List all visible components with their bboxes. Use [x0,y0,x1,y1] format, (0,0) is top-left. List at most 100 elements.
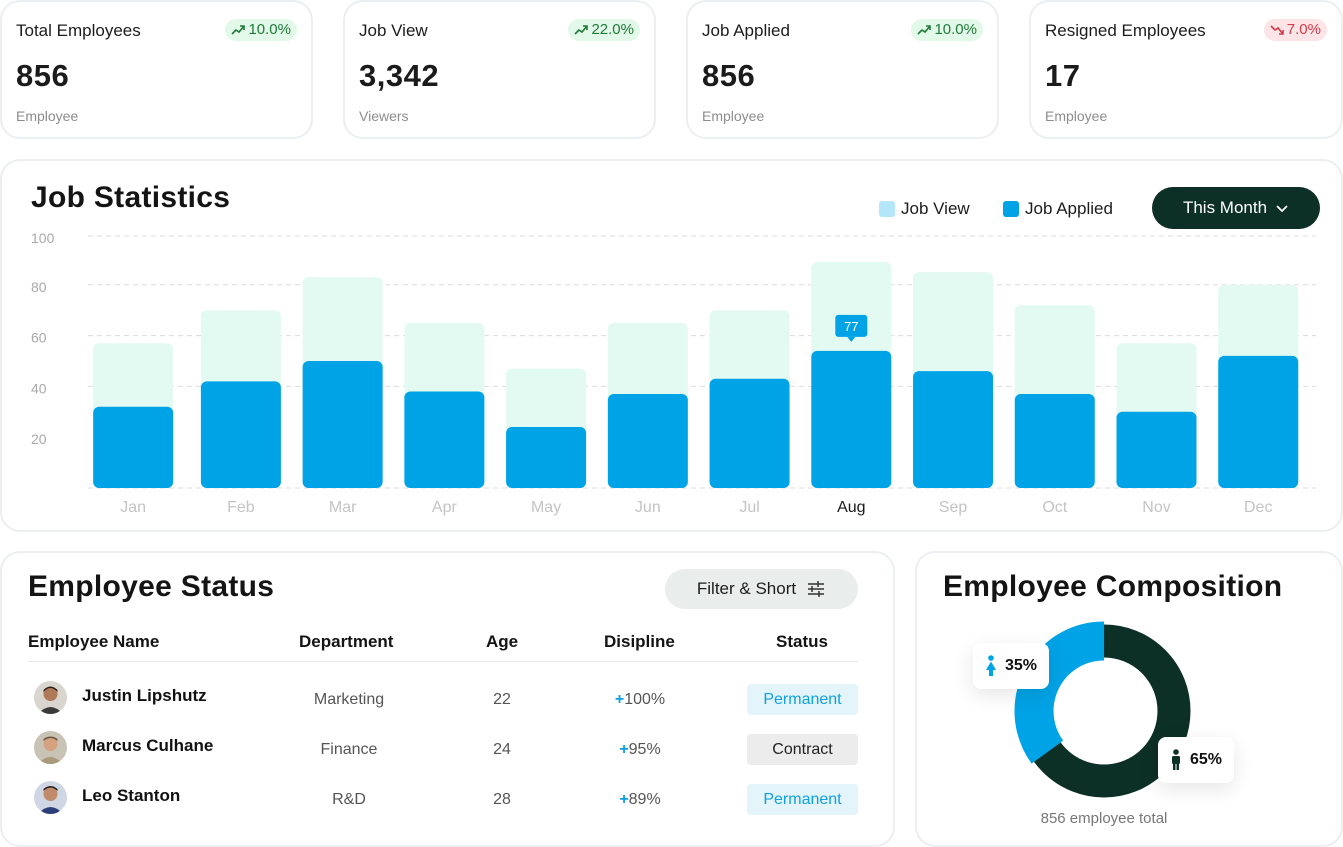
stat-value: 17 [1045,58,1081,93]
legend-job-applied: Job Applied [1003,199,1113,219]
job-statistics-title: Job Statistics [31,181,231,214]
bar-job-applied [93,406,174,488]
bar-job-applied [1014,394,1095,488]
column-header-age: Age [486,632,519,651]
stat-card-total-employees: Total Employees 10.0% 856 Employee [0,0,313,139]
legend-swatch-job-applied [1003,201,1019,217]
x-tick-label: May [531,499,561,516]
stat-change-badge: 7.0% [1263,19,1327,41]
filter-sort-button[interactable]: Filter & Short [665,569,858,609]
avatar [34,731,67,764]
stat-label: Resigned Employees [1045,21,1206,40]
period-dropdown-button[interactable]: This Month [1152,187,1320,229]
female-icon [986,655,996,676]
legend-label: Job Applied [1025,199,1113,218]
column-header-department: Department [299,632,394,651]
bar-job-applied [607,394,688,488]
stat-label: Job View [359,21,428,40]
status-badge: Contract [747,734,858,765]
bar-job-applied [811,350,892,488]
stat-unit: Employee [1045,108,1108,124]
employee-name: Marcus Culhane [82,736,214,755]
stat-change-text: 10.0% [248,21,291,38]
sliders-icon [808,581,825,597]
employee-discipline: +89% [619,791,661,808]
table-row[interactable]: Leo Stanton R&D 28 +89% Permanent [2,781,897,821]
x-tick-label: Apr [432,499,458,516]
x-tick-label: Jun [635,499,661,516]
stat-unit: Viewers [359,108,409,124]
bar-job-applied [709,378,790,488]
x-tick-label: Jul [739,499,759,516]
employee-age: 24 [493,741,511,758]
bar-job-applied [200,381,281,488]
highlight-tooltip-label: 77 [844,319,858,334]
column-header-discipline: Disipline [604,632,675,651]
stat-change-text: 7.0% [1286,21,1321,38]
x-tick-label: Sep [939,499,968,516]
employee-department: Finance [320,741,378,758]
x-tick-label: Nov [1142,499,1170,516]
male-percentage: 65% [1190,751,1223,768]
status-badge: Permanent [747,784,858,815]
legend-label: Job View [901,199,970,218]
stat-card-job-view: Job View 22.0% 3,342 Viewers [343,0,656,139]
stat-unit: Employee [16,108,79,124]
employee-discipline: +100% [614,691,666,708]
legend-swatch-job-view [879,201,895,217]
employee-department: Marketing [313,691,385,708]
stat-label: Total Employees [16,21,141,40]
stat-value: 3,342 [359,58,440,93]
employee-age: 22 [493,691,511,708]
y-tick-label: 100 [31,230,55,246]
employee-department: R&D [332,791,366,808]
composition-donut-chart [1014,621,1194,801]
stat-card-job-applied: Job Applied 10.0% 856 Employee [686,0,999,139]
stat-change-badge: 22.0% [568,19,640,41]
male-icon [1172,749,1180,770]
stat-value: 856 [702,58,756,93]
period-label: This Month [1182,198,1268,217]
employee-total-caption: 856 employee total [1040,810,1168,827]
stat-change-text: 10.0% [934,21,977,38]
trend-up-icon [574,25,589,35]
bar-job-applied [506,427,587,488]
bar-job-applied [913,371,994,488]
job-statistics-chart: 20 40 60 80 100 Jan Feb Mar Apr May Jun Jul Aug 77 Sep… [31,230,1316,516]
x-tick-label: Dec [1244,499,1272,516]
female-percentage-tag: 35% [973,643,1050,689]
trend-up-icon [917,25,932,35]
stat-change-badge: 10.0% [225,19,297,41]
stat-value: 856 [16,58,70,93]
bar-job-applied [1218,355,1299,488]
bar-job-applied [1116,411,1197,488]
bar-job-applied [404,391,485,488]
employee-composition-card: Employee Composition 35% 65% 856 employe… [915,551,1343,847]
chevron-down-icon [1276,205,1288,213]
employee-discipline: +95% [619,741,661,758]
x-tick-label: Feb [227,499,255,516]
employee-status-title: Employee Status [28,570,275,603]
female-percentage: 35% [1005,657,1038,674]
trend-down-icon [1270,25,1284,35]
job-statistics-card: 20 40 60 80 100 Jan Feb Mar Apr May Jun Jul Aug 77 Sep… [0,159,1343,532]
stat-change-badge: 10.0% [911,19,983,41]
male-percentage-tag: 65% [1158,737,1235,783]
stat-card-resigned-employees: Resigned Employees 7.0% 17 Employee [1029,0,1343,139]
employee-age: 28 [493,791,511,808]
y-tick-label: 80 [31,279,47,295]
table-row[interactable]: Justin Lipshutz Marketing 22 +100% Perma… [2,681,897,721]
employee-name: Justin Lipshutz [82,686,207,705]
trend-up-icon [231,25,246,35]
y-tick-label: 40 [31,380,47,396]
table-row[interactable]: Marcus Culhane Finance 24 +95% Contract [2,731,897,771]
y-tick-label: 60 [31,330,47,346]
table-divider [28,661,858,662]
employee-status-card: Employee Status Filter & Short Employee … [0,551,895,847]
bar-job-applied [302,361,383,488]
x-tick-label: Oct [1042,499,1067,516]
column-header-status: Status [776,632,828,651]
legend-job-view: Job View [879,199,970,219]
x-tick-label: Jan [120,499,146,516]
stat-label: Job Applied [702,21,790,40]
